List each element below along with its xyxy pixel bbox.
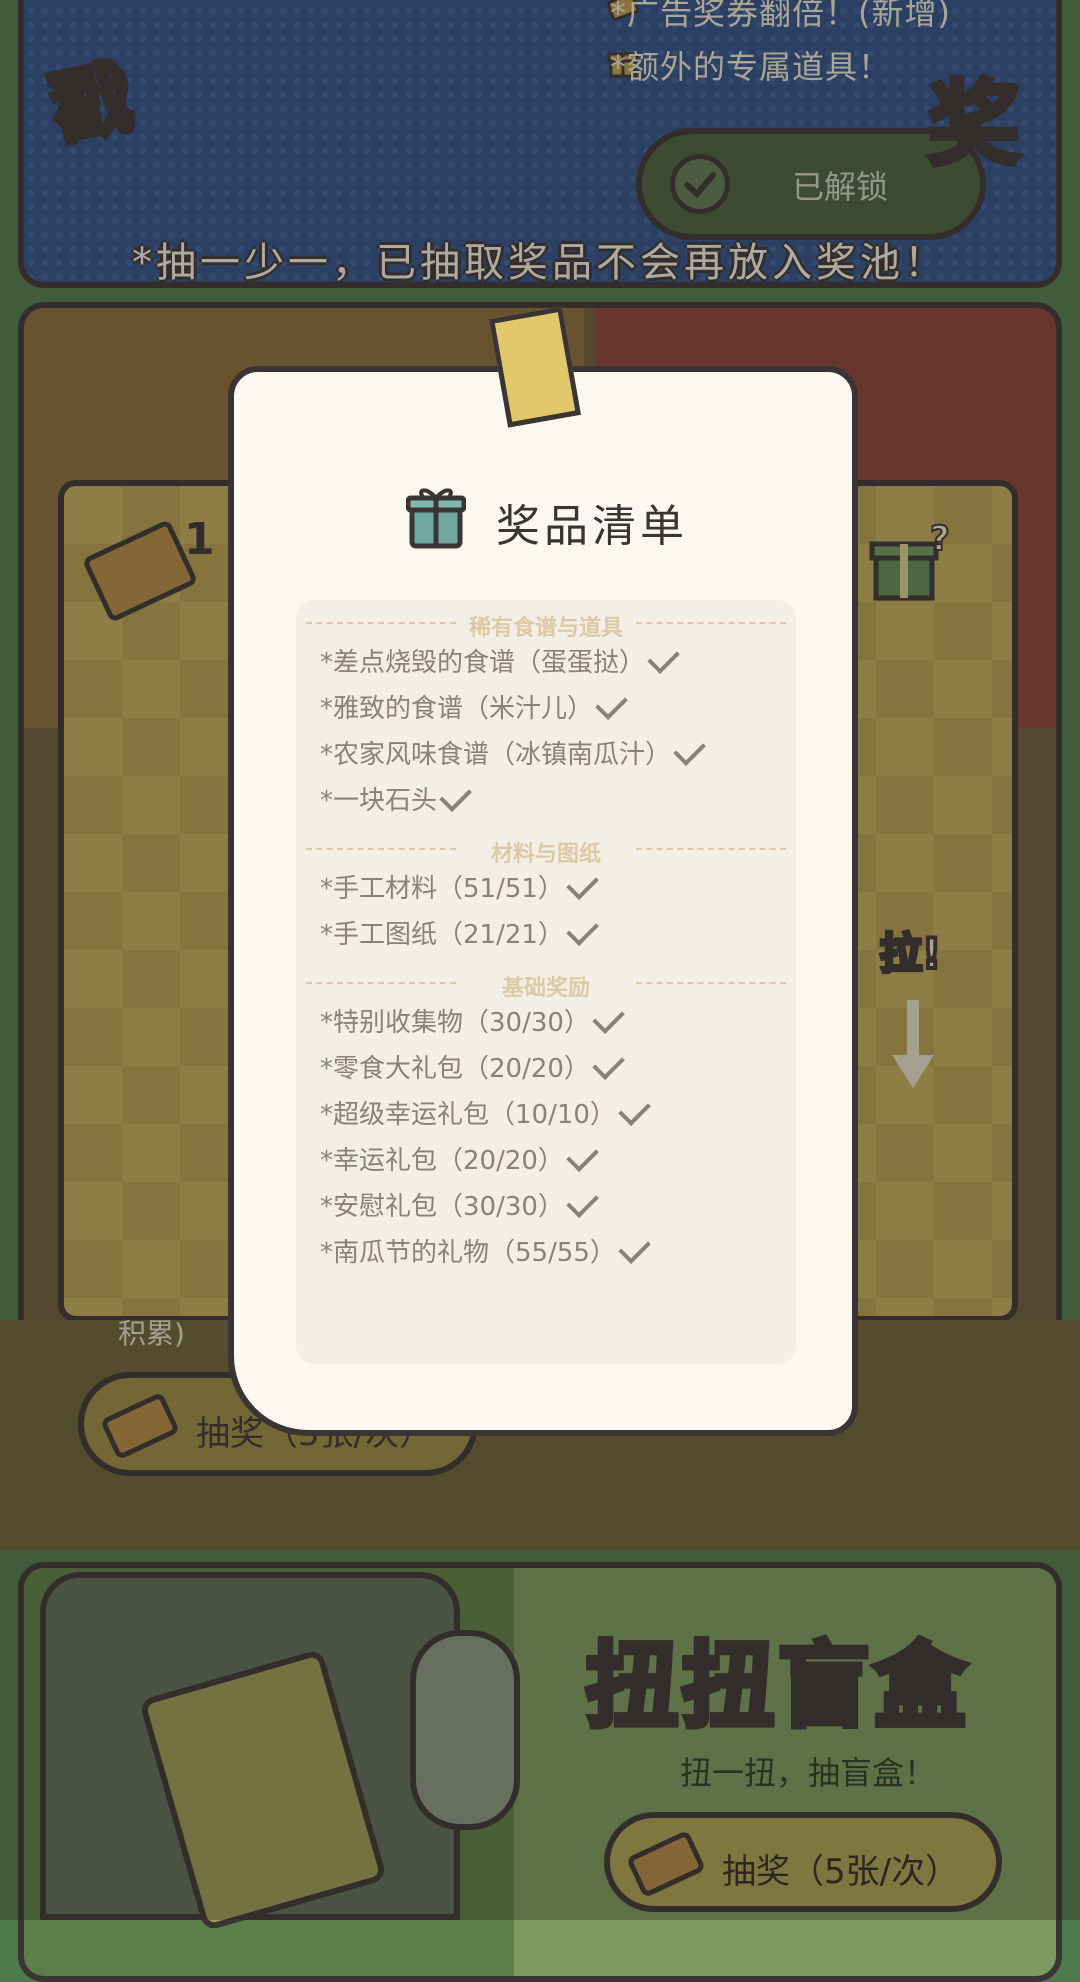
list-item: *南瓜节的礼物（55/55） [320, 1231, 651, 1269]
prize-list: 稀有食谱与道具 *差点烧毁的食谱（蛋蛋挞） *雅致的食谱（米汁儿） *农家风味食… [296, 600, 796, 1364]
check-icon [647, 641, 680, 675]
list-item: *雅致的食谱（米汁儿） [320, 687, 628, 725]
prize-list-modal: 奖品清单 稀有食谱与道具 *差点烧毁的食谱（蛋蛋挞） *雅致的食谱（米汁儿） *… [228, 366, 858, 1436]
section-header-materials: 材料与图纸 [306, 836, 786, 867]
check-icon [592, 1047, 625, 1081]
list-item: *幸运礼包（20/20） [320, 1139, 599, 1177]
list-item: *特别收集物（30/30） [320, 1001, 625, 1039]
list-item: *农家风味食谱（冰镇南瓜汁） [320, 733, 706, 771]
section-header-basic: 基础奖励 [306, 970, 786, 1001]
list-item: *一块石头 [320, 779, 472, 817]
list-item: *手工材料（51/51） [320, 867, 599, 905]
gift-icon [406, 488, 466, 549]
list-item: *差点烧毁的食谱（蛋蛋挞） [320, 641, 680, 679]
check-icon [566, 913, 599, 947]
list-item: *零食大礼包（20/20） [320, 1047, 625, 1085]
check-icon [566, 867, 599, 901]
check-icon [618, 1231, 651, 1265]
list-item: *超级幸运礼包（10/10） [320, 1093, 651, 1131]
check-icon [673, 733, 706, 767]
check-icon [618, 1093, 651, 1127]
list-item: *安慰礼包（30/30） [320, 1185, 599, 1223]
section-header-rare: 稀有食谱与道具 [306, 610, 786, 641]
check-icon [592, 1001, 625, 1035]
check-icon [566, 1185, 599, 1219]
check-icon [439, 779, 472, 813]
modal-title: 奖品清单 [496, 501, 688, 552]
check-icon [595, 687, 628, 721]
check-icon [566, 1139, 599, 1173]
list-item: *手工图纸（21/21） [320, 913, 599, 951]
